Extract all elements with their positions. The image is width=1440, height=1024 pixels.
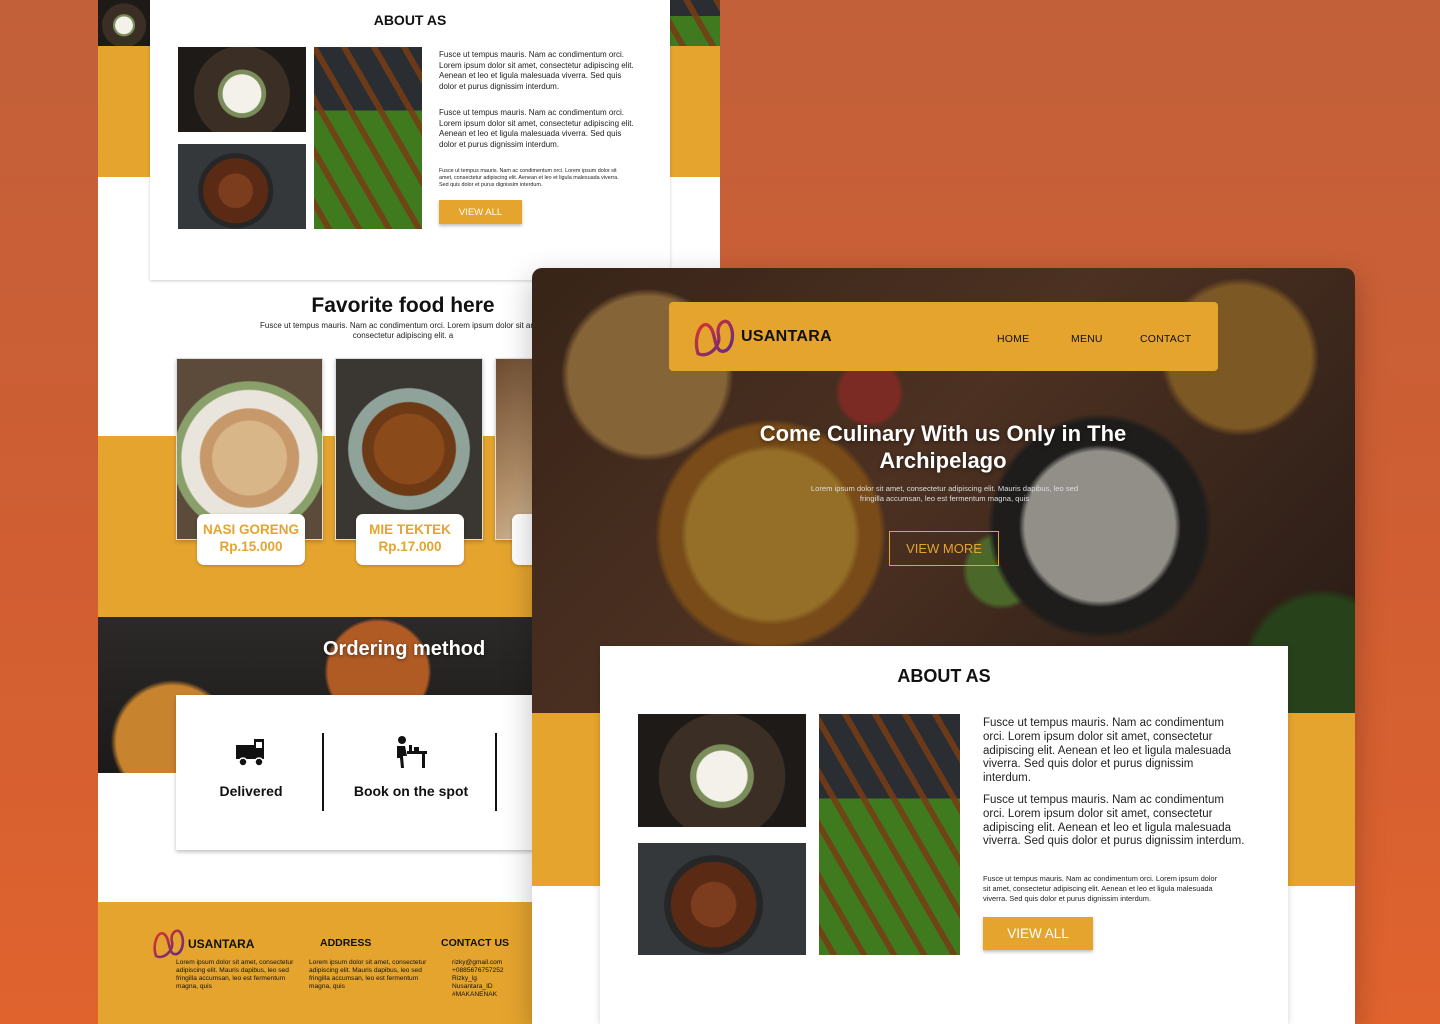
divider xyxy=(495,733,497,811)
about-photo-satay xyxy=(314,47,422,229)
about-title: ABOUT AS xyxy=(373,12,447,28)
about-paragraph: Fusce ut tempus mauris. Nam ac condiment… xyxy=(983,794,1245,848)
footer-brand: USANTARA xyxy=(188,937,255,951)
about-card: ABOUT AS Fusce ut tempus mauris. Nam ac … xyxy=(600,646,1288,1024)
top-strip-photo xyxy=(98,0,150,46)
method-label: Book on the spot xyxy=(353,783,469,799)
footer-address-text: Lorem ipsum dolor sit amet, consectetur … xyxy=(309,959,427,990)
footer-logo-icon xyxy=(152,926,188,960)
top-strip-photo xyxy=(668,0,720,46)
dine-in-table-icon xyxy=(393,735,429,771)
delivery-truck-icon xyxy=(234,735,268,769)
hero-title: Come Culinary With us Only in The Archip… xyxy=(759,421,1127,473)
food-price-tag: MIE TEKTEK Rp.17.000 xyxy=(356,514,464,565)
view-more-button[interactable]: VIEW MORE xyxy=(889,531,999,566)
footer-contact-line[interactable]: #MAKANENAK xyxy=(452,991,497,999)
hero-subtitle: Lorem ipsum dolor sit amet, consectetur … xyxy=(810,484,1079,503)
about-photo-satay xyxy=(819,714,960,955)
footer-contact-title: CONTACT US xyxy=(441,937,510,949)
footer-brand-text: Lorem ipsum dolor sit amet, consectetur … xyxy=(176,959,294,990)
navbar: USANTARA HOME MENU CONTACT xyxy=(669,302,1218,371)
about-photo-rendang xyxy=(638,843,806,955)
view-all-button[interactable]: VIEW ALL xyxy=(439,200,522,224)
about-photo-nasi-lemak xyxy=(638,714,806,827)
food-name: MIE TEKTEK xyxy=(369,522,451,537)
footer-contact-line[interactable]: Rizky_lg xyxy=(452,975,477,983)
logo-icon[interactable] xyxy=(693,314,739,360)
about-paragraph-small: Fusce ut tempus mauris. Nam ac condiment… xyxy=(439,168,619,188)
ordering-method-title: Ordering method xyxy=(323,638,486,660)
food-price: Rp.15.000 xyxy=(219,539,283,554)
footer-address-title: ADDRESS xyxy=(320,937,372,949)
about-title: ABOUT AS xyxy=(897,666,991,686)
footer-contact-line[interactable]: rizky@gmail.com xyxy=(452,959,502,967)
method-book-on-the-spot[interactable]: Book on the spot xyxy=(326,695,496,850)
about-photo-rendang xyxy=(178,144,306,229)
about-paragraph: Fusce ut tempus mauris. Nam ac condiment… xyxy=(439,50,634,91)
food-card-mie-tektek[interactable] xyxy=(335,358,483,540)
about-paragraph-small: Fusce ut tempus mauris. Nam ac condiment… xyxy=(983,874,1218,903)
brand-name[interactable]: USANTARA xyxy=(741,328,832,346)
footer-contact-line[interactable]: Nusantara_ID xyxy=(452,983,493,991)
method-label: Delivered xyxy=(219,783,283,799)
nav-menu[interactable]: MENU xyxy=(1071,333,1103,345)
view-all-button[interactable]: VIEW ALL xyxy=(983,917,1093,950)
about-paragraph: Fusce ut tempus mauris. Nam ac condiment… xyxy=(439,108,634,149)
front-page-mockup: USANTARA HOME MENU CONTACT Come Culinary… xyxy=(532,268,1355,1024)
food-price-tag: NASI GORENG Rp.15.000 xyxy=(197,514,305,565)
nav-contact[interactable]: CONTACT xyxy=(1140,333,1191,345)
food-name: NASI GORENG xyxy=(202,522,299,537)
food-card-nasi-goreng[interactable] xyxy=(176,358,323,540)
about-paragraph: Fusce ut tempus mauris. Nam ac condiment… xyxy=(983,717,1232,785)
favorite-food-subtitle: Fusce ut tempus mauris. Nam ac condiment… xyxy=(260,321,546,340)
about-photo-nasi-lemak xyxy=(178,47,306,132)
ordering-methods-card: Delivered Book on the spot xyxy=(176,695,576,850)
divider xyxy=(322,733,324,811)
footer-contact-line[interactable]: +0885676757252 xyxy=(452,967,504,975)
food-price: Rp.17.000 xyxy=(378,539,442,554)
method-delivered[interactable]: Delivered xyxy=(176,695,326,850)
nav-home[interactable]: HOME xyxy=(997,333,1029,345)
